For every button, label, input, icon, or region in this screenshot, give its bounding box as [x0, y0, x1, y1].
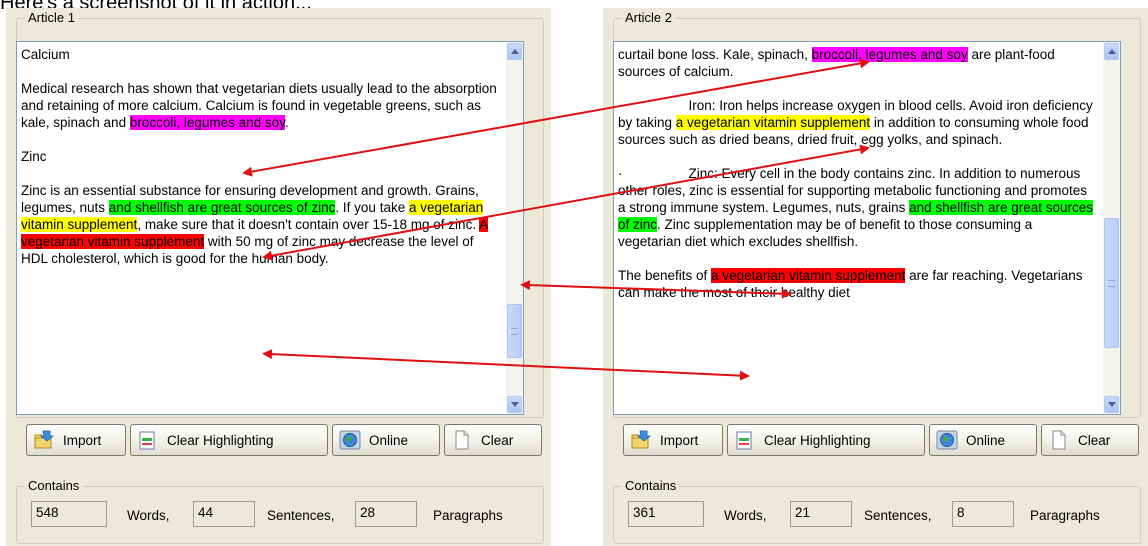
article-1-title: Article 1 [25, 10, 78, 25]
import-label: Import [660, 432, 699, 448]
text-run: . Zinc supplementation may be of benefit… [618, 217, 1033, 249]
words-label: Words, [724, 508, 767, 523]
article-2-textarea[interactable]: curtail bone loss. Kale, spinach, brocco… [613, 41, 1121, 415]
article-2-text: curtail bone loss. Kale, spinach, brocco… [618, 46, 1096, 318]
paragraph-count-field: 28 [355, 501, 417, 527]
paragraph: The benefits of a vegetarian vitamin sup… [618, 267, 1096, 301]
sentences-label: Sentences, [267, 508, 335, 523]
contains-groupbox: Contains 361 Words, 21 Sentences, 8 Para… [613, 478, 1141, 544]
import-icon [630, 430, 652, 450]
article-1-text: Calcium Medical research has shown that … [21, 46, 499, 284]
scroll-up-icon[interactable] [507, 43, 522, 60]
highlight-magenta: broccoli, legumes and soy [811, 47, 968, 62]
article-1-toolbar: Import Clear Highlighting Online Clear [16, 424, 544, 458]
paragraph: Zinc [21, 149, 47, 164]
highlight-red: a vegetarian vitamin supplement [711, 268, 906, 283]
clear-label: Clear [1078, 432, 1111, 448]
sentence-count-field: 21 [790, 501, 852, 527]
bullet: · [618, 166, 623, 181]
text-run: , make sure that it doesn't contain over… [137, 217, 480, 232]
clear-label: Clear [481, 432, 514, 448]
import-button[interactable]: Import [623, 424, 723, 456]
import-button[interactable]: Import [26, 424, 126, 456]
text-run: . If you take [335, 200, 409, 215]
clear-highlighting-button[interactable]: Clear Highlighting [130, 424, 328, 456]
paragraph: Medical research has shown that vegetari… [21, 80, 499, 131]
online-globe-icon [339, 430, 361, 450]
scroll-thumb[interactable] [507, 304, 522, 358]
highlight-yellow: a vegetarian vitamin supplement [675, 115, 871, 130]
vertical-scrollbar[interactable] [1103, 42, 1120, 414]
words-label: Words, [127, 508, 170, 523]
clear-highlighting-label: Clear Highlighting [167, 432, 274, 448]
article-1-panel: Article 1 Calcium Medical research has s… [6, 8, 551, 546]
scroll-down-icon[interactable] [507, 396, 522, 413]
paragraphs-label: Paragraphs [1030, 508, 1100, 523]
online-label: Online [966, 432, 1006, 448]
vertical-scrollbar[interactable] [506, 42, 523, 414]
scroll-thumb[interactable] [1104, 218, 1119, 348]
contains-title: Contains [25, 478, 83, 493]
contains-groupbox: Contains 548 Words, 44 Sentences, 28 Par… [16, 478, 544, 544]
paragraph: · Zinc: Every cell in the body contains z… [618, 165, 1096, 250]
article-2-title: Article 2 [622, 10, 675, 25]
clear-highlighting-button[interactable]: Clear Highlighting [727, 424, 925, 456]
word-count-field: 361 [628, 501, 704, 527]
article-1-textarea[interactable]: Calcium Medical research has shown that … [16, 41, 524, 415]
clear-highlighting-label: Clear Highlighting [764, 432, 871, 448]
paragraph: curtail bone loss. Kale, spinach, brocco… [618, 46, 1096, 80]
article-2-panel: Article 2 curtail bone loss. Kale, spina… [603, 8, 1148, 546]
import-label: Import [63, 432, 102, 448]
online-globe-icon [936, 430, 958, 450]
contains-title: Contains [622, 478, 680, 493]
online-button[interactable]: Online [929, 424, 1037, 456]
clear-page-icon [451, 430, 473, 450]
highlight-green: and shellfish are great sources of zinc [108, 200, 336, 215]
online-button[interactable]: Online [332, 424, 440, 456]
sentences-label: Sentences, [864, 508, 932, 523]
clear-page-icon [1048, 430, 1070, 450]
paragraph: · Iron: Iron helps increase oxygen in blo… [618, 97, 1096, 148]
paragraph-count-field: 8 [952, 501, 1014, 527]
paragraphs-label: Paragraphs [433, 508, 503, 523]
text-run: The benefits of [618, 268, 712, 283]
word-count-field: 548 [31, 501, 107, 527]
bullet: · [618, 98, 623, 113]
clear-highlighting-icon [137, 430, 159, 450]
paragraph: Zinc is an essential substance for ensur… [21, 182, 499, 267]
online-label: Online [369, 432, 409, 448]
article-2-toolbar: Import Clear Highlighting Online Clear [613, 424, 1141, 458]
paragraph: Calcium [21, 47, 70, 62]
clear-button[interactable]: Clear [1041, 424, 1139, 456]
highlight-magenta: broccoli, legumes and soy [129, 115, 285, 130]
clear-highlighting-icon [734, 430, 756, 450]
text-run: curtail bone loss. Kale, spinach, [618, 47, 812, 62]
scroll-down-icon[interactable] [1104, 396, 1119, 413]
text-run: . [284, 115, 289, 130]
scroll-up-icon[interactable] [1104, 43, 1119, 60]
import-icon [33, 430, 55, 450]
clear-button[interactable]: Clear [444, 424, 542, 456]
sentence-count-field: 44 [193, 501, 255, 527]
